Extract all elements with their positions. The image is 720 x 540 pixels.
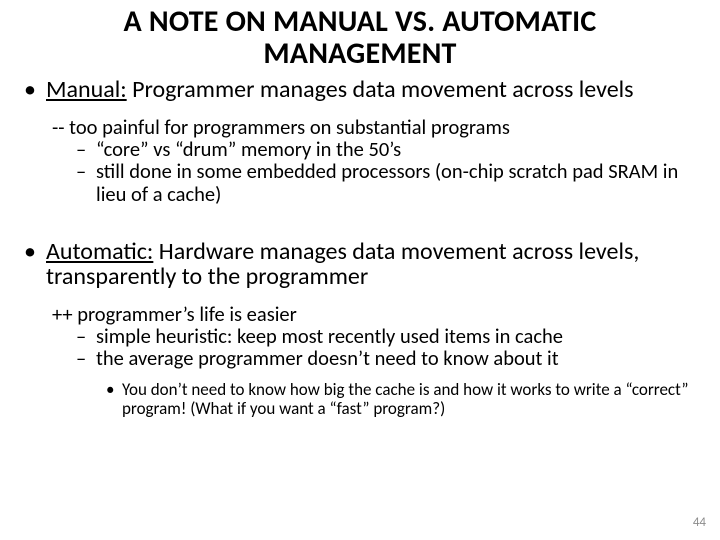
page-number: 44 [693, 515, 706, 530]
automatic-subsub-item: You don’t need to know how big the cache… [106, 381, 702, 418]
manual-text: Programmer manages data movement across … [127, 75, 634, 104]
slide: A NOTE ON MANUAL VS. AUTOMATIC MANAGEMEN… [0, 0, 720, 540]
manual-sublist: “core” vs “drum” memory in the 50’s stil… [18, 138, 702, 204]
automatic-note: ++ programmer’s life is easier [18, 303, 702, 325]
bullet-list: Automatic: Hardware manages data movemen… [18, 239, 702, 289]
automatic-sub-item: the average programmer doesn’t need to k… [76, 347, 702, 369]
automatic-sublist: simple heuristic: keep most recently use… [18, 325, 702, 369]
slide-title: A NOTE ON MANUAL VS. AUTOMATIC MANAGEMEN… [0, 0, 720, 69]
manual-sub-item: still done in some embedded processors (… [76, 160, 702, 204]
manual-label: Manual: [46, 75, 127, 104]
automatic-sub-item: simple heuristic: keep most recently use… [76, 325, 702, 347]
bullet-list: Manual: Programmer manages data movement… [18, 77, 702, 102]
manual-sub-item: “core” vs “drum” memory in the 50’s [76, 138, 702, 160]
manual-note: -- too painful for programmers on substa… [18, 116, 702, 138]
bullet-manual: Manual: Programmer manages data movement… [18, 77, 702, 102]
bullet-automatic: Automatic: Hardware manages data movemen… [18, 239, 702, 289]
slide-body: Manual: Programmer manages data movement… [0, 69, 720, 418]
automatic-subsub-list: You don’t need to know how big the cache… [18, 381, 702, 418]
